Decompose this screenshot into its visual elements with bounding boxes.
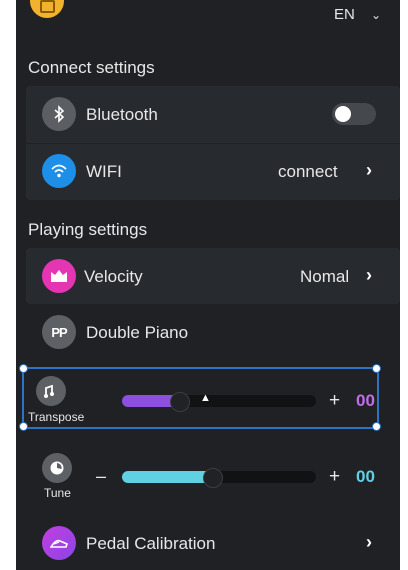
tune-label: Tune <box>44 486 71 500</box>
wifi-label: WIFI <box>86 162 122 181</box>
velocity-label: Velocity <box>84 267 143 286</box>
chevron-right-icon: › <box>366 532 372 552</box>
selection-handle[interactable] <box>19 422 28 431</box>
pedal-calibration-row[interactable]: Pedal Calibration › <box>26 516 400 570</box>
tune-slider-fill <box>122 471 213 483</box>
pedal-icon <box>42 526 76 560</box>
double-piano-label: Double Piano <box>86 323 189 342</box>
tune-slider-knob[interactable] <box>203 468 223 488</box>
double-piano-icon: PP <box>42 315 76 349</box>
velocity-icon <box>42 259 76 293</box>
app-logo-icon <box>30 0 64 18</box>
language-selector[interactable]: EN ⌄ <box>334 6 381 23</box>
bluetooth-row[interactable]: Bluetooth <box>26 86 400 143</box>
velocity-value: Nomal <box>300 267 350 286</box>
settings-panel: EN ⌄ Connect settings Bluetooth WIFI con… <box>16 0 400 570</box>
selection-handle[interactable] <box>19 364 28 373</box>
double-piano-row[interactable]: PP Double Piano <box>26 304 400 360</box>
tune-minus-button[interactable]: – <box>96 466 106 487</box>
connect-settings-title: Connect settings <box>28 58 155 77</box>
language-label: EN <box>334 6 355 23</box>
tune-row[interactable]: Tune – + 00 <box>26 448 400 506</box>
playing-settings-title: Playing settings <box>28 220 148 239</box>
wifi-row[interactable]: WIFI connect › <box>26 143 400 200</box>
tune-icon <box>42 453 72 483</box>
velocity-row[interactable]: Velocity Nomal › <box>26 248 400 304</box>
toggle-knob <box>335 106 351 122</box>
pedal-calibration-label: Pedal Calibration <box>86 534 216 553</box>
selection-handle[interactable] <box>372 422 381 431</box>
bluetooth-icon <box>42 97 76 131</box>
tune-plus-button[interactable]: + <box>329 466 340 488</box>
bluetooth-toggle[interactable] <box>332 103 376 125</box>
selection-box <box>22 367 379 429</box>
selection-handle[interactable] <box>372 364 381 373</box>
chevron-right-icon: › <box>366 265 372 285</box>
wifi-status: connect <box>278 162 338 181</box>
wifi-icon <box>42 154 76 188</box>
tune-value: 00 <box>356 467 375 486</box>
chevron-right-icon: › <box>366 160 372 180</box>
bluetooth-label: Bluetooth <box>86 105 158 124</box>
chevron-down-icon: ⌄ <box>371 8 382 22</box>
